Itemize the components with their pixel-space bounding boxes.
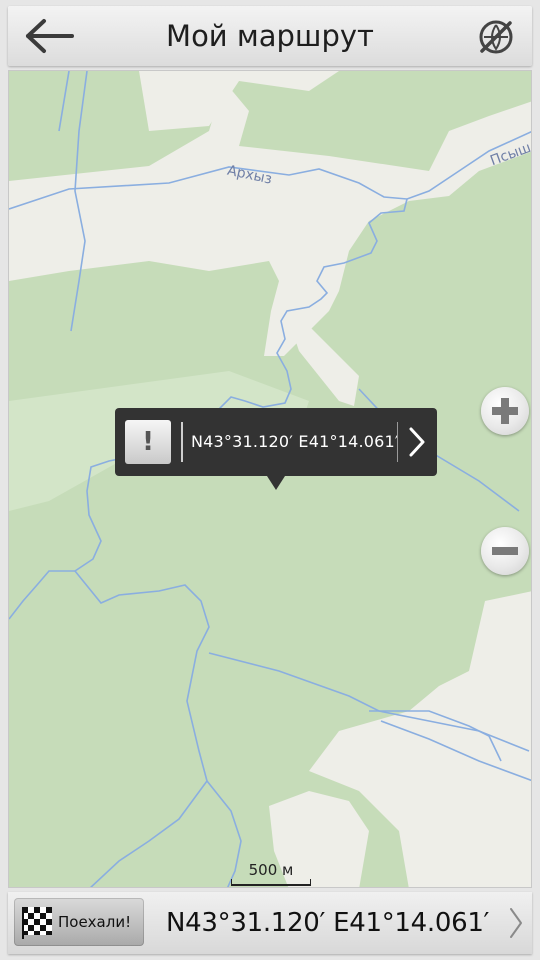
chevron-right-icon — [510, 908, 522, 938]
map-scale: 500 м — [231, 861, 311, 887]
bottom-coordinates[interactable]: N43°31.120′ E41°14.061′ — [166, 892, 489, 954]
back-button[interactable] — [22, 16, 78, 56]
zoom-out-icon — [492, 547, 518, 555]
arrow-left-icon — [26, 19, 74, 53]
location-popup[interactable]: ! N43°31.120′ E41°14.061′ — [115, 408, 437, 490]
map-view[interactable]: Архыз Псыш ! N43°31.120′ E41°14.061′ 500… — [8, 70, 532, 888]
go-button[interactable]: Поехали! — [14, 898, 144, 946]
scale-label: 500 м — [248, 861, 294, 879]
zoom-out-button[interactable] — [481, 527, 529, 575]
scale-bar — [231, 879, 311, 886]
go-button-label: Поехали! — [58, 913, 132, 931]
top-bar: Мой маршрут — [8, 6, 532, 66]
zoom-in-button[interactable] — [481, 387, 529, 435]
page-title: Мой маршрут — [166, 19, 374, 53]
popup-divider — [181, 422, 183, 462]
gps-toggle-button[interactable] — [474, 16, 518, 58]
bottom-bar: Поехали! N43°31.120′ E41°14.061′ — [8, 892, 532, 954]
checkered-flag-icon — [22, 907, 52, 939]
chevron-right-icon — [409, 427, 425, 457]
popup-details-button[interactable] — [405, 426, 429, 458]
popup-coordinates[interactable]: N43°31.120′ E41°14.061′ — [191, 408, 399, 476]
zoom-in-icon — [492, 398, 518, 424]
bottom-details-button[interactable] — [508, 906, 524, 940]
popup-pointer — [267, 476, 285, 490]
popup-divider — [397, 422, 398, 462]
warning-button[interactable]: ! — [125, 420, 171, 464]
gps-off-icon — [479, 20, 513, 54]
